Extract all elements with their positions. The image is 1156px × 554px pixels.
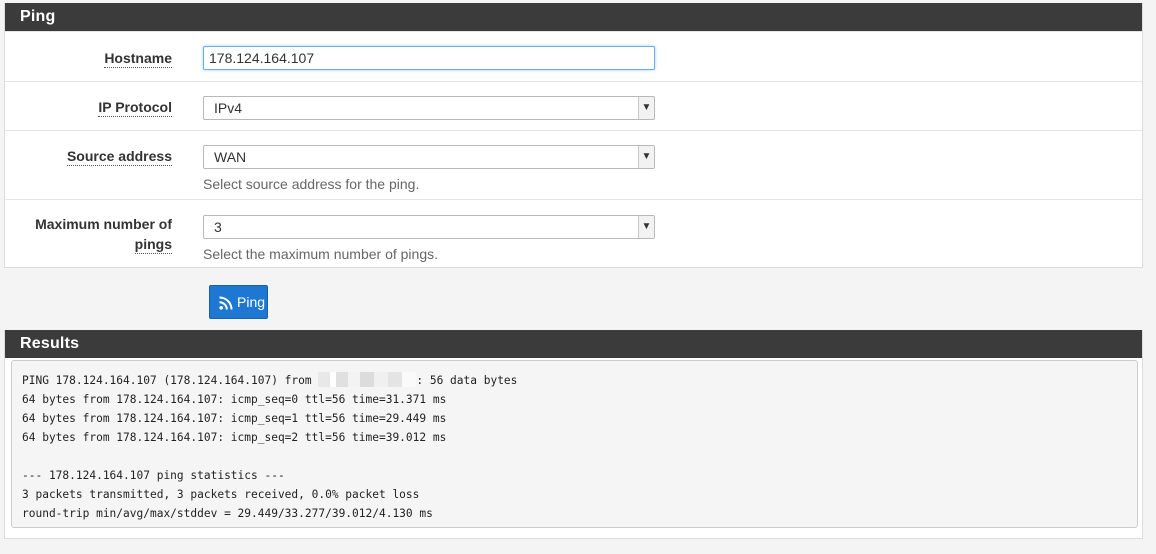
ping-panel-title: Ping (5, 3, 1142, 31)
results-line: 3 packets transmitted, 3 packets receive… (22, 488, 420, 501)
max-pings-help: Select the maximum number of pings. (203, 246, 438, 262)
hostname-input[interactable]: 178.124.164.107 (203, 46, 655, 70)
results-line: round-trip min/avg/max/stddev = 29.449/3… (22, 507, 433, 520)
ip-protocol-row: IP Protocol IPv4 ▼ (5, 81, 1142, 130)
chevron-down-icon[interactable]: ▼ (638, 97, 654, 119)
hostname-row: Hostname 178.124.164.107 (5, 31, 1142, 81)
hostname-label: Hostname (104, 50, 172, 68)
source-address-help: Select source address for the ping. (203, 176, 420, 192)
results-line: 64 bytes from 178.124.164.107: icmp_seq=… (22, 412, 447, 425)
ping-button-label: Ping (237, 294, 266, 310)
ip-protocol-label: IP Protocol (98, 99, 172, 117)
chevron-down-icon[interactable]: ▼ (638, 146, 654, 168)
results-line: 64 bytes from 178.124.164.107: icmp_seq=… (22, 393, 447, 406)
max-pings-selected: 3 (214, 219, 222, 235)
results-line: 64 bytes from 178.124.164.107: icmp_seq=… (22, 431, 447, 444)
source-address-selected: WAN (214, 149, 247, 165)
source-address-select[interactable]: WAN ▼ (203, 145, 655, 169)
source-address-label: Source address (66, 148, 172, 166)
results-line: : 56 data bytes (416, 374, 518, 387)
ping-panel: Ping Hostname 178.124.164.107 IP Protoco… (4, 3, 1143, 268)
results-line: --- 178.124.164.107 ping statistics --- (22, 469, 285, 482)
source-address-row: Source address WAN ▼ Select source addre… (5, 130, 1142, 199)
redacted-source-ip (318, 372, 417, 387)
results-panel: Results PING 178.124.164.107 (178.124.16… (4, 330, 1143, 539)
rss-icon (219, 296, 233, 310)
ping-button[interactable]: Ping (209, 285, 268, 319)
max-pings-label: Maximum number of pings (35, 216, 172, 254)
results-line: PING 178.124.164.107 (178.124.164.107) f… (22, 374, 319, 387)
results-panel-title: Results (5, 330, 1142, 358)
results-output: PING 178.124.164.107 (178.124.164.107) f… (11, 360, 1138, 528)
max-pings-row: Maximum number of pings 3 ▼ Select the m… (5, 199, 1142, 268)
ip-protocol-select[interactable]: IPv4 ▼ (203, 96, 655, 120)
max-pings-select[interactable]: 3 ▼ (203, 215, 655, 239)
hostname-value: 178.124.164.107 (209, 50, 315, 66)
ip-protocol-selected: IPv4 (214, 100, 243, 116)
chevron-down-icon[interactable]: ▼ (638, 216, 654, 238)
